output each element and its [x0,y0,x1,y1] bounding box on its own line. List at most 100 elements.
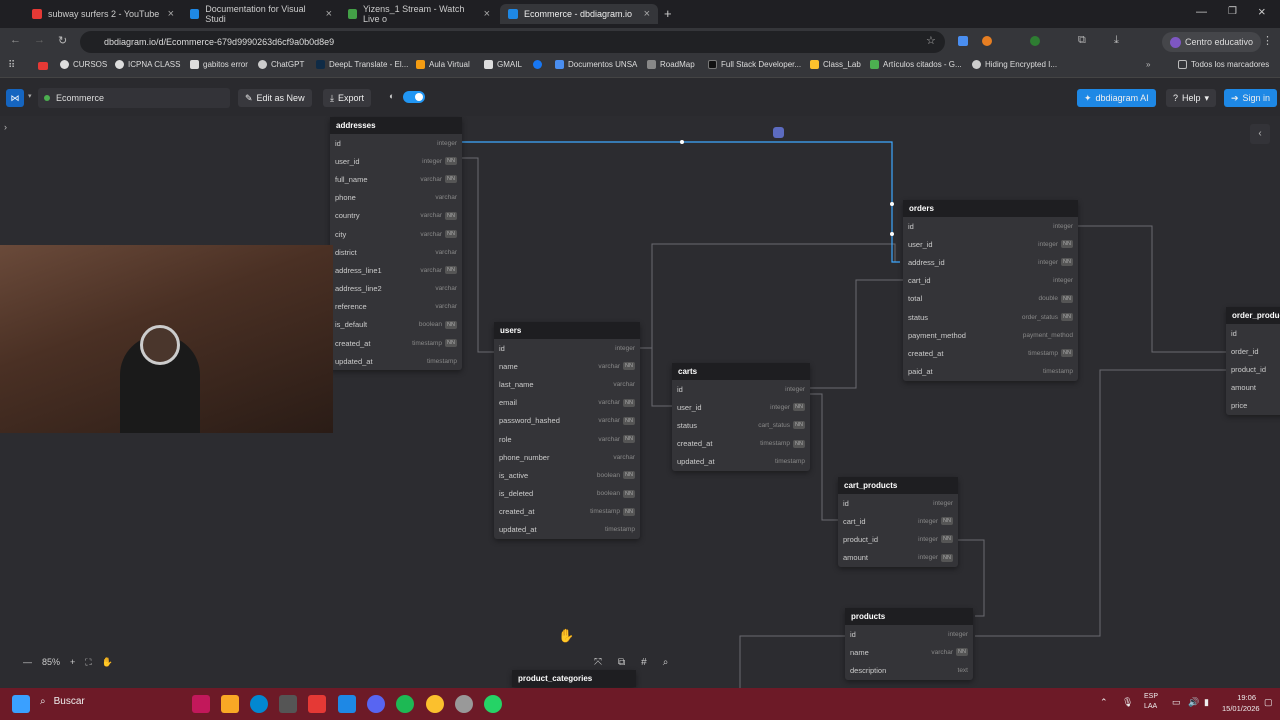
tab-vscode-docs[interactable]: Documentation for Visual Studi × [182,4,340,24]
table-field-row[interactable]: address_line1 varchar NN [330,261,462,279]
bookmark-aula-virtual[interactable]: Aula Virtual [416,60,470,69]
app-l-icon[interactable] [308,695,326,713]
table-field-row[interactable]: city varchar NN [330,225,462,243]
tab-dbdiagram[interactable]: Ecommerce - dbdiagram.io × [500,4,658,24]
notification-icon[interactable]: ▢ [1264,697,1273,708]
search-icon[interactable]: ⌕ [663,657,669,668]
network-icon[interactable]: ▭ [1172,697,1181,708]
table-field-row[interactable]: product_id [1226,360,1280,378]
table-field-row[interactable]: price [1226,397,1280,415]
table-field-row[interactable]: user_id integer NN [330,152,462,170]
forward-icon[interactable]: → [34,34,45,46]
shield-icon[interactable] [1030,36,1040,46]
bookmark-roadmap[interactable]: RoadMap [647,60,695,69]
diagram-name-field[interactable]: Ecommerce [38,88,230,108]
bookmark-documentos[interactable]: Documentos UNSA [555,60,637,69]
youtube-icon[interactable] [38,62,48,70]
table-field-row[interactable]: cart_id integer [903,272,1078,290]
close-window-button[interactable]: × [1258,4,1266,19]
url-field[interactable]: dbdiagram.io/d/Ecommerce-679d9990263d6cf… [80,31,945,53]
fit-view-icon[interactable]: ⛶ [85,657,91,668]
edge-icon[interactable] [250,695,268,713]
table-field-row[interactable]: created_at timestamp NN [672,435,810,453]
table-header[interactable]: products [845,608,973,625]
help-button[interactable]: ? Help ▾ [1166,89,1217,107]
table-field-row[interactable]: status order_status NN [903,308,1078,326]
table-field-row[interactable]: email varchar NN [494,394,640,412]
export-button[interactable]: ⤓ Export [323,89,371,107]
table-header[interactable]: carts [672,363,810,380]
visual-studio-icon[interactable] [338,695,356,713]
table-field-row[interactable]: phone varchar [330,189,462,207]
taskbar-search[interactable]: ⌕ Buscar [40,696,180,707]
table-users[interactable]: users id integer name varchar NN last_name varc… [494,322,640,540]
bookmark-cursos[interactable]: CURSOS [60,60,107,69]
table-field-row[interactable]: description text [845,661,973,679]
mic-icon[interactable]: 🎙 [1122,697,1133,708]
expand-panel-icon[interactable]: › [4,122,7,132]
clock[interactable]: 19:06 15/01/2026 [1222,692,1260,714]
table-header[interactable]: cart_products [838,477,958,494]
table-order-products[interactable]: order_produc id order_id product_id amount pr… [1226,307,1280,415]
tab-youtube[interactable]: subway surfers 2 - YouTube × [24,4,182,24]
table-field-row[interactable]: updated_at timestamp [494,521,640,539]
auto-arrange-icon[interactable]: ⤧ [594,657,602,668]
table-field-row[interactable]: order_id [1226,342,1280,360]
puzzle-icon[interactable]: ⧉ [1078,34,1086,47]
theme-toggle[interactable] [403,91,425,103]
table-field-row[interactable]: cart_id integer NN [838,512,958,530]
table-field-row[interactable]: created_at timestamp NN [330,334,462,352]
pan-hand-icon[interactable]: ✋ [102,657,113,668]
apps-icon[interactable]: ⠿ [8,60,15,71]
table-orders[interactable]: orders id integer user_id integer NN address_i… [903,200,1078,381]
star-icon[interactable]: ☆ [926,34,936,47]
close-icon[interactable]: × [168,8,174,20]
table-field-row[interactable]: id integer [838,494,958,512]
zoom-level[interactable]: 85% [42,657,60,667]
tab-kick-stream[interactable]: Yizens_1 Stream - Watch Live o × [340,4,498,24]
bookmark-scholar[interactable]: Artículos citados - G... [870,60,962,69]
table-field-row[interactable]: id integer [330,134,462,152]
zoom-in-button[interactable]: + [70,657,75,667]
dbdiagram-ai-button[interactable]: ✦ dbdiagram AI [1077,89,1156,107]
table-field-row[interactable]: is_default boolean NN [330,316,462,334]
close-icon[interactable]: × [484,8,490,20]
store-icon[interactable] [279,695,297,713]
table-field-row[interactable]: is_active boolean NN [494,466,640,484]
table-field-row[interactable]: reference varchar [330,298,462,316]
copilot-icon[interactable] [192,695,210,713]
menu-icon[interactable]: ⋮ [1262,34,1273,47]
more-bookmarks-icon[interactable]: » [1146,60,1150,69]
bookmark-fullstack[interactable]: Full Stack Developer... [708,60,801,69]
table-field-row[interactable]: user_id integer NN [672,398,810,416]
table-carts[interactable]: carts id integer user_id integer NN status cart… [672,363,810,471]
download-icon[interactable]: ⤓ [1114,34,1119,47]
table-header[interactable]: addresses [330,117,462,134]
table-header[interactable]: order_produc [1226,307,1280,324]
bookmark-facebook[interactable] [533,60,543,69]
table-field-row[interactable]: last_name varchar [494,375,640,393]
table-field-row[interactable]: name varchar NN [845,643,973,661]
bookmark-gabitos[interactable]: gabitos error [190,60,248,69]
volume-icon[interactable]: 🔊 [1188,697,1199,708]
table-addresses[interactable]: addresses id integer user_id integer NN full_n… [330,117,462,371]
chrome-icon[interactable] [426,695,444,713]
reload-icon[interactable]: ↻ [58,34,67,47]
extension-icon[interactable] [958,36,968,46]
frame-icon[interactable]: # [641,657,647,668]
table-field-row[interactable]: country varchar NN [330,207,462,225]
all-bookmarks[interactable]: Todos los marcadores [1178,60,1269,69]
table-field-row[interactable]: id integer [494,339,640,357]
table-field-row[interactable]: paid_at timestamp [903,363,1078,381]
extension-icon[interactable] [982,36,992,46]
back-icon[interactable]: ← [10,34,21,46]
minimize-button[interactable]: — [1196,6,1207,18]
table-field-row[interactable]: id integer [845,625,973,643]
table-field-row[interactable]: updated_at timestamp [672,453,810,471]
bookmark-gmail[interactable]: GMAIL [484,60,522,69]
table-field-row[interactable]: user_id integer NN [903,235,1078,253]
table-field-row[interactable]: district varchar [330,243,462,261]
bookmark-hiding[interactable]: Hiding Encrypted I... [972,60,1057,69]
folder-icon[interactable] [221,695,239,713]
dbdiagram-logo[interactable]: ⋈ [6,89,24,107]
